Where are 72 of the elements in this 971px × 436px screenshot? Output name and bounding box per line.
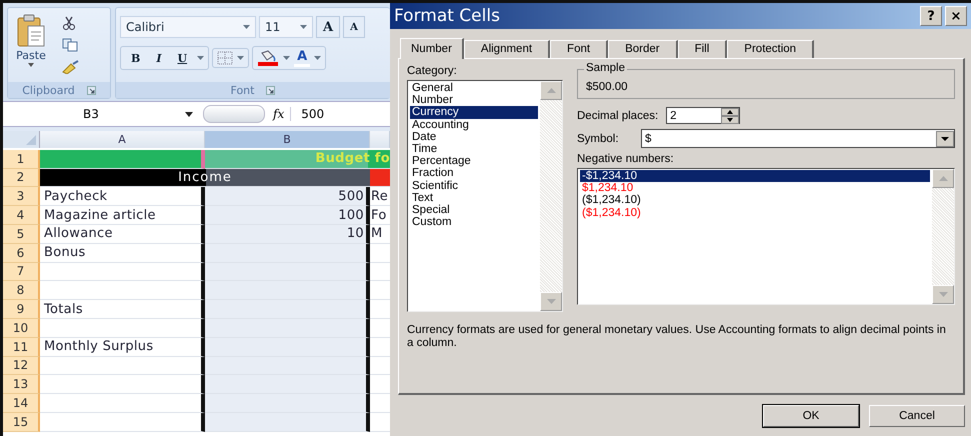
row-header[interactable]: 4 bbox=[3, 206, 40, 225]
list-item[interactable]: Scientific bbox=[410, 180, 538, 192]
list-item[interactable]: Special bbox=[410, 204, 538, 216]
row-header[interactable]: 12 bbox=[3, 356, 40, 376]
row-header[interactable]: 6 bbox=[3, 244, 40, 263]
row-header[interactable]: 10 bbox=[3, 318, 40, 338]
help-button[interactable]: ? bbox=[920, 6, 942, 26]
table-cell: 100 bbox=[205, 206, 370, 225]
tab[interactable]: Alignment bbox=[464, 40, 550, 58]
symbol-label: Symbol: bbox=[577, 132, 620, 144]
tab[interactable]: Protection bbox=[727, 40, 814, 58]
name-box[interactable]: B3 bbox=[3, 107, 203, 121]
grow-font-button[interactable]: A bbox=[316, 16, 340, 38]
title-cell: Budget fo bbox=[205, 150, 390, 169]
negative-numbers-label: Negative numbers: bbox=[577, 153, 675, 165]
list-item[interactable]: Text bbox=[410, 192, 538, 204]
font-size-field[interactable]: 11 bbox=[259, 16, 313, 38]
decimal-places-label: Decimal places: bbox=[577, 110, 658, 122]
window-title: Format Cells bbox=[394, 6, 500, 26]
tab[interactable]: Fill bbox=[678, 40, 728, 58]
list-item[interactable]: $1,234.10 bbox=[580, 182, 930, 194]
list-item[interactable]: Time bbox=[410, 143, 538, 156]
row-header[interactable]: 9 bbox=[3, 300, 40, 319]
table-cell: 500 bbox=[205, 187, 370, 206]
function-button[interactable]: fx bbox=[273, 107, 292, 121]
list-item[interactable]: Currency bbox=[410, 106, 538, 119]
list-item[interactable]: Custom bbox=[410, 216, 538, 228]
tab[interactable]: Number bbox=[400, 38, 464, 59]
font-color-button[interactable]: A bbox=[294, 49, 310, 67]
group-label: Clipboard bbox=[22, 84, 75, 96]
list-item[interactable]: ($1,234.10) bbox=[580, 194, 930, 207]
row-header[interactable]: 14 bbox=[3, 394, 40, 413]
list-item[interactable]: Number bbox=[410, 94, 538, 106]
list-item[interactable]: ($1,234.10) bbox=[580, 206, 930, 219]
sample-label: Sample bbox=[584, 62, 627, 74]
table-cell: 10 bbox=[205, 224, 370, 244]
font-name-field[interactable]: Calibri bbox=[120, 16, 256, 38]
list-item[interactable]: Accounting bbox=[410, 118, 538, 131]
dialog-button[interactable]: Cancel bbox=[869, 405, 965, 427]
format-button[interactable]: I bbox=[150, 49, 168, 67]
symbol-dropdown[interactable]: $ bbox=[641, 129, 955, 148]
row-header[interactable]: 15 bbox=[3, 412, 40, 432]
row-header[interactable]: 5 bbox=[3, 224, 40, 244]
list-item[interactable]: Date bbox=[410, 130, 538, 144]
formula-field[interactable]: 500 bbox=[297, 107, 390, 121]
header-cell: Income bbox=[40, 168, 370, 188]
close-button[interactable]: × bbox=[945, 6, 967, 26]
sample-value: $500.00 bbox=[586, 81, 628, 93]
shrink-font-button[interactable]: A bbox=[343, 16, 365, 38]
decimal-places-field[interactable]: 2 bbox=[666, 107, 740, 124]
description-text: Currency formats are used for general monetary values. Use Accounting formats to align decimal points in a column. bbox=[407, 324, 947, 349]
column-header[interactable]: A bbox=[40, 131, 205, 148]
list-item[interactable]: Fraction bbox=[410, 167, 538, 180]
row-header[interactable]: 8 bbox=[3, 281, 40, 300]
row-header[interactable]: 7 bbox=[3, 262, 40, 282]
tab[interactable]: Font bbox=[550, 40, 608, 58]
format-button[interactable]: U bbox=[171, 49, 194, 67]
column-header[interactable]: B bbox=[205, 131, 370, 148]
row-header[interactable]: 13 bbox=[3, 375, 40, 394]
list-item[interactable]: -$1,234.10 bbox=[580, 170, 930, 182]
row-header[interactable]: 2 bbox=[3, 168, 40, 188]
group-label: Font bbox=[230, 84, 254, 96]
row-header[interactable]: 1 bbox=[3, 150, 40, 169]
format-button[interactable]: B bbox=[125, 49, 146, 67]
category-label: Category: bbox=[407, 65, 458, 77]
row-header[interactable]: 11 bbox=[3, 338, 40, 357]
list-item[interactable]: Percentage bbox=[410, 155, 538, 168]
list-item[interactable]: General bbox=[410, 82, 538, 94]
dialog-button[interactable]: OK bbox=[763, 405, 859, 427]
tab[interactable]: Border bbox=[608, 40, 678, 58]
row-header[interactable]: 3 bbox=[3, 187, 40, 206]
paste-button[interactable]: Paste bbox=[12, 12, 50, 78]
